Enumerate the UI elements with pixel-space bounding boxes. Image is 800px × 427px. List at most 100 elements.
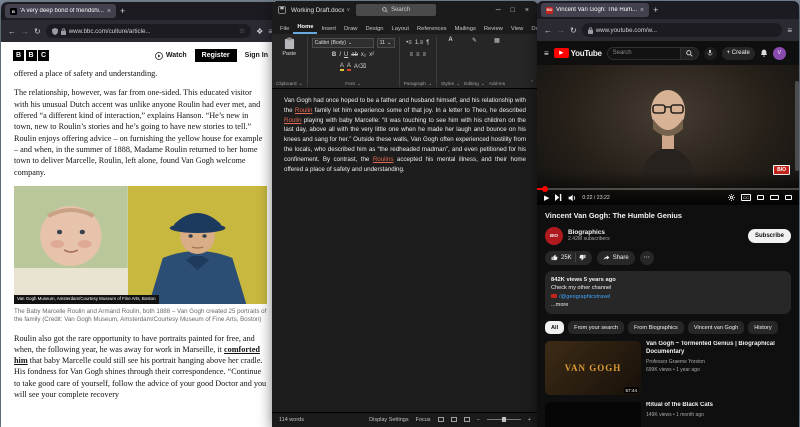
captions-icon[interactable]: CC (741, 194, 751, 201)
tab-mailings[interactable]: Mailings (451, 23, 480, 34)
paragraph-mark-icon[interactable]: ¶ (426, 40, 429, 46)
roulin-link[interactable]: Roulin (284, 117, 302, 124)
document-canvas[interactable]: Van Gogh had once hoped to be a father a… (272, 89, 538, 412)
bullets-icon[interactable]: •≡ (406, 40, 412, 46)
roulins-link[interactable]: Roulins (373, 156, 394, 163)
styles-group[interactable]: A Styles⌄ (441, 37, 460, 87)
bbc-logo[interactable]: B B C (13, 50, 49, 61)
font-color-button[interactable]: A (347, 63, 351, 71)
display-settings-button[interactable]: Display Settings (369, 417, 408, 423)
video-thumbnail[interactable]: VAN GOGH 57:44 (545, 341, 641, 395)
editing-group[interactable]: ✎ Editing⌄ (464, 37, 485, 87)
settings-gear-icon[interactable] (728, 194, 735, 201)
youtube-logo[interactable]: ▶ YouTube (554, 48, 602, 58)
align-left-icon[interactable]: ≡ (410, 52, 414, 58)
back-icon[interactable]: ← (544, 26, 552, 35)
word-search-box[interactable]: Search (356, 4, 436, 16)
theater-mode-icon[interactable] (770, 195, 779, 200)
underline-button[interactable]: U (344, 52, 348, 58)
zoom-in-icon[interactable]: + (528, 417, 531, 423)
chip-from-biographics[interactable]: From Biographics (628, 321, 684, 334)
tab-insert[interactable]: Insert (317, 23, 340, 34)
channel-avatar[interactable]: BIO (545, 227, 563, 245)
tab-close-icon[interactable]: × (107, 8, 111, 15)
zoom-slider[interactable] (487, 419, 521, 420)
addins-group[interactable]: ▦ Add-ins (489, 37, 505, 87)
bold-button[interactable]: B (332, 52, 336, 58)
restore-button[interactable]: □ (511, 7, 515, 14)
suggested-video-channel[interactable]: Professor Graeme Yorston (646, 359, 791, 365)
browser-tab-bbc[interactable]: B 'A very deep bond of friendshi... × (5, 4, 116, 18)
forward-icon[interactable]: → (21, 27, 29, 36)
page-scrollbar[interactable] (795, 81, 799, 171)
hamburger-menu-icon[interactable]: ≡ (544, 49, 549, 58)
align-center-icon[interactable]: ≡ (416, 52, 420, 58)
watch-link[interactable]: Watch (155, 52, 187, 60)
reload-icon[interactable]: ↻ (570, 26, 577, 35)
notifications-bell-icon[interactable] (760, 49, 768, 57)
bookmark-star-icon[interactable]: ☆ (239, 27, 245, 35)
miniplayer-icon[interactable] (757, 195, 764, 200)
video-player[interactable]: BIO ▶ 0:22 / 23:22 CC (537, 65, 799, 205)
word-count[interactable]: 114 words (279, 417, 304, 423)
strikethrough-button[interactable]: ab (351, 52, 358, 58)
menu-icon[interactable]: ≡ (787, 26, 792, 35)
browser-tab-youtube[interactable]: BIO Vincent Van Gogh: The Hum... × (541, 3, 649, 17)
thumbs-down-icon[interactable] (579, 254, 586, 261)
close-button[interactable]: × (525, 7, 529, 14)
clear-format-icon[interactable]: A⌫ (354, 63, 367, 70)
document-title[interactable]: Working Draft.docx∨ (291, 7, 350, 14)
reload-icon[interactable]: ↻ (34, 27, 41, 36)
ribbon-collapse-icon[interactable]: ⌃ (530, 80, 534, 86)
minimize-button[interactable]: ─ (496, 7, 501, 14)
web-layout-icon[interactable] (464, 417, 470, 422)
next-button[interactable] (555, 194, 562, 201)
zoom-slider-thumb[interactable] (502, 417, 506, 422)
extensions-icon[interactable]: ❖ (256, 27, 263, 36)
tab-design[interactable]: Design (361, 23, 387, 34)
tab-close-icon[interactable]: × (640, 7, 644, 14)
thumbs-up-icon[interactable] (551, 254, 558, 261)
address-bar[interactable]: www.bbc.com/culture/article... ☆ (46, 24, 251, 38)
account-avatar[interactable]: V (773, 47, 786, 60)
suggested-video-title[interactable]: Ritual of the Black Cats (646, 402, 713, 410)
mic-button[interactable] (704, 47, 717, 60)
subscript-button[interactable]: x₂ (361, 52, 366, 58)
new-tab-button[interactable]: + (653, 5, 658, 15)
italic-button[interactable]: I (339, 52, 341, 58)
highlight-color-button[interactable]: A (340, 63, 344, 71)
chip-vincent-van-gogh[interactable]: Vincent van Gogh (688, 321, 744, 334)
share-button[interactable]: Share (597, 251, 635, 265)
forward-icon[interactable]: → (557, 26, 565, 35)
chip-history[interactable]: History (748, 321, 777, 334)
back-icon[interactable]: ← (8, 27, 16, 36)
address-bar[interactable]: www.youtube.com/w... (582, 23, 783, 37)
clipboard-group-label[interactable]: Clipboard⌄ (276, 82, 303, 87)
font-name-dropdown[interactable]: Calibri (Body)⌄ (312, 38, 374, 48)
save-icon[interactable] (278, 6, 286, 14)
tab-draw[interactable]: Draw (340, 23, 362, 34)
tab-home[interactable]: Home (293, 21, 317, 34)
tab-layout[interactable]: Layout (388, 23, 413, 34)
play-button[interactable]: ▶ (544, 194, 549, 202)
tab-view[interactable]: View (507, 23, 527, 34)
subscribe-button[interactable]: Subscribe (748, 229, 791, 243)
volume-icon[interactable] (568, 194, 576, 202)
print-layout-icon[interactable] (451, 417, 457, 422)
suggested-video[interactable]: 1:58:01 Ritual of the Black Cats 149K vi… (545, 402, 791, 427)
paste-button[interactable]: Paste (282, 51, 296, 57)
sign-in-link[interactable]: Sign In (245, 52, 268, 59)
font-size-dropdown[interactable]: 11⌄ (377, 38, 395, 48)
chip-all[interactable]: All (545, 321, 564, 334)
show-more-link[interactable]: ...more (551, 301, 785, 309)
zoom-out-icon[interactable]: − (477, 417, 480, 423)
suggested-video-title[interactable]: Van Gogh ~ Tormented Genius | Biographic… (646, 341, 791, 356)
tab-review[interactable]: Review (480, 23, 507, 34)
roulin-link[interactable]: Roulin (295, 107, 313, 114)
tab-file[interactable]: File (276, 23, 293, 34)
focus-button[interactable]: Focus (416, 417, 431, 423)
read-mode-icon[interactable] (438, 417, 444, 422)
align-right-icon[interactable]: ≡ (423, 52, 427, 58)
search-button[interactable] (680, 48, 698, 59)
register-button[interactable]: Register (195, 49, 237, 62)
